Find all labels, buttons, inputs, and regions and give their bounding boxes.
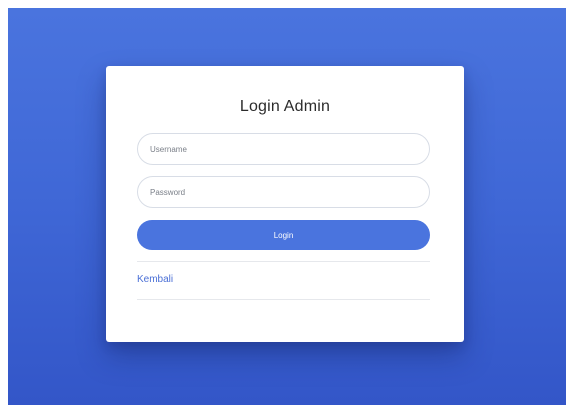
page-background: Login Admin Login Kembali bbox=[8, 8, 566, 405]
login-card: Login Admin Login Kembali bbox=[106, 66, 464, 342]
username-input[interactable] bbox=[137, 133, 430, 165]
password-input[interactable] bbox=[137, 176, 430, 208]
login-title: Login Admin bbox=[239, 98, 331, 115]
login-button[interactable]: Login bbox=[137, 220, 430, 250]
back-link[interactable]: Kembali bbox=[137, 274, 173, 285]
divider bbox=[137, 261, 430, 262]
divider bbox=[137, 299, 430, 300]
